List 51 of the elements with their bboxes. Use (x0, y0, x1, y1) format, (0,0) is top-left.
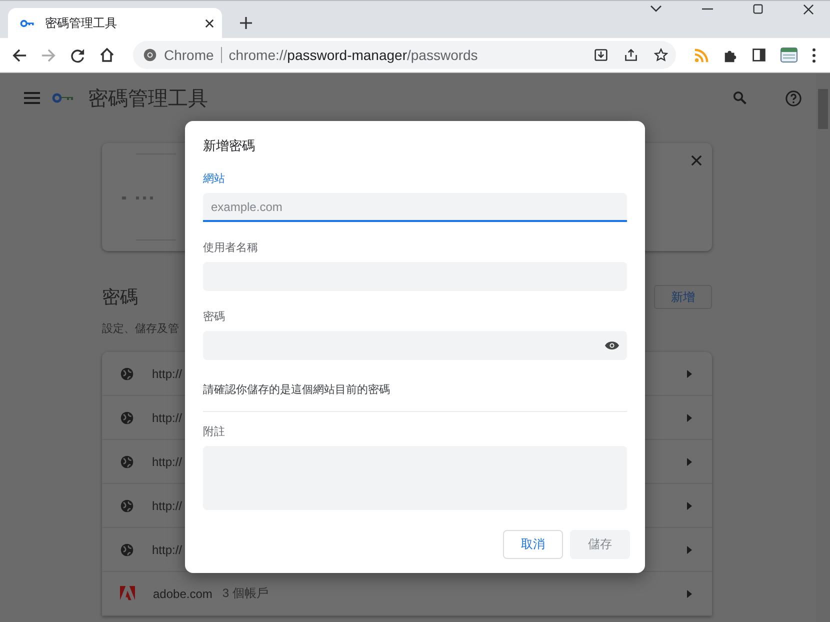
back-arrow-icon[interactable] (12, 48, 27, 62)
chevron-right-icon (687, 590, 692, 598)
close-icon[interactable] (205, 18, 214, 28)
help-icon[interactable] (785, 90, 802, 106)
home-icon[interactable] (99, 47, 115, 63)
chevron-right-icon (687, 502, 692, 510)
chevron-right-icon (687, 414, 692, 422)
address-bar[interactable]: Chrome chrome://password-manager/passwords (133, 41, 676, 69)
search-icon[interactable] (733, 91, 747, 105)
account-count: 3 個帳戶 (222, 585, 268, 602)
cancel-button[interactable]: 取消 (503, 530, 563, 559)
eye-icon[interactable] (605, 341, 619, 350)
dialog-title: 新增密碼 (203, 137, 256, 155)
globe-icon (120, 454, 134, 468)
field-label: 使用者名稱 (203, 241, 259, 255)
site-label: Chrome (164, 47, 214, 63)
chevron-right-icon (687, 546, 692, 554)
side-panel-icon[interactable] (752, 48, 766, 62)
globe-icon (120, 498, 134, 512)
star-icon[interactable] (654, 48, 668, 62)
globe-icon (120, 366, 134, 380)
globe-icon (120, 410, 134, 424)
section-title: 密碼 (102, 286, 138, 309)
globe-icon (120, 542, 134, 556)
page-title: 密碼管理工具 (88, 86, 208, 112)
password-field[interactable] (203, 331, 627, 360)
menu-icon[interactable] (24, 92, 40, 104)
reload-icon[interactable] (70, 48, 85, 62)
calendar-extension-icon[interactable] (780, 46, 798, 64)
maximize-icon[interactable] (753, 4, 763, 14)
minimize-icon[interactable] (702, 8, 713, 10)
chrome-logo-icon (143, 48, 157, 62)
field-label: 密碼 (203, 310, 226, 324)
browser-tab[interactable]: 密碼管理工具 (8, 8, 222, 38)
section-description: 設定、儲存及管 (102, 322, 180, 336)
url-text: chrome://password-manager/passwords (228, 47, 478, 63)
field-label: 附註 (203, 424, 226, 439)
password-hint: 請確認你儲存的是這個網站目前的密碼 (203, 382, 391, 397)
key-icon (52, 93, 74, 103)
chevron-right-icon (687, 458, 692, 466)
key-icon (20, 18, 35, 28)
chevron-right-icon (687, 370, 692, 378)
logo-icon (120, 586, 135, 601)
field-label: 網站 (203, 172, 226, 186)
input-field[interactable]: example.com (203, 193, 627, 222)
close-icon[interactable] (803, 4, 814, 14)
new-tab-icon[interactable] (240, 17, 252, 29)
chevron-down-icon[interactable] (650, 5, 662, 13)
install-icon[interactable] (594, 48, 608, 62)
more-menu-icon[interactable] (812, 48, 816, 62)
share-icon[interactable] (624, 48, 638, 62)
